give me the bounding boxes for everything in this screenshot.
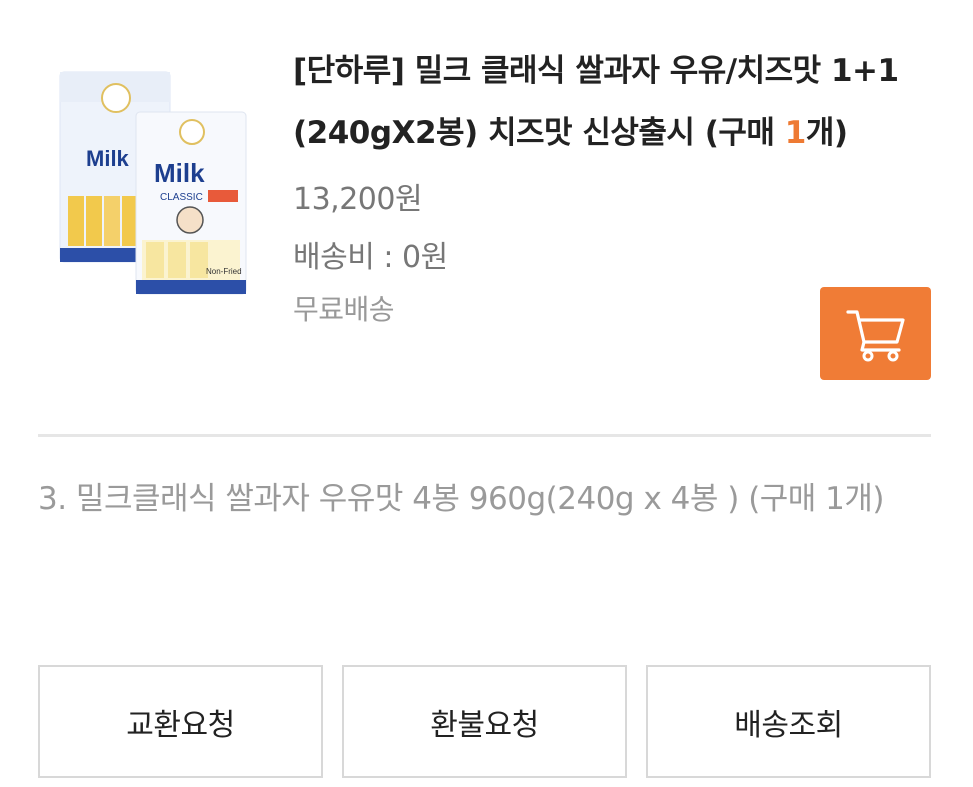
order-item-3[interactable]: 3. 밀크클래식 쌀과자 우유맛 4봉 960g(240g x 4봉 ) (구매… xyxy=(38,468,931,530)
product-price: 13,200원 xyxy=(293,182,423,217)
refund-request-button[interactable]: 환불요청 xyxy=(342,665,627,778)
section-divider xyxy=(38,434,931,437)
product-card: Milk Milk CLASSIC Non-Fried [단하루] 밀크 클래식… xyxy=(38,30,931,410)
add-to-cart-button[interactable] xyxy=(820,287,931,380)
purchase-quantity: 1 xyxy=(784,115,807,151)
svg-text:Milk: Milk xyxy=(154,158,205,188)
shipping-fee: 배송비 : 0원 xyxy=(293,240,448,275)
shopping-cart-icon xyxy=(845,309,905,361)
delivery-tracking-button[interactable]: 배송조회 xyxy=(646,665,931,778)
product-title-end: 개) xyxy=(805,115,848,151)
svg-text:Milk: Milk xyxy=(86,146,130,171)
product-image[interactable]: Milk Milk CLASSIC Non-Fried xyxy=(56,68,252,300)
exchange-request-button[interactable]: 교환요청 xyxy=(38,665,323,778)
product-title[interactable]: [단하루] 밀크 클래식 쌀과자 우유/치즈맛 1+1 (240gX2봉) 치즈… xyxy=(293,40,933,164)
svg-text:CLASSIC: CLASSIC xyxy=(160,192,203,203)
product-package-illustration: Milk Milk CLASSIC Non-Fried xyxy=(59,71,247,295)
order-actions: 교환요청 환불요청 배송조회 xyxy=(38,665,931,778)
svg-text:Non-Fried: Non-Fried xyxy=(206,267,242,276)
